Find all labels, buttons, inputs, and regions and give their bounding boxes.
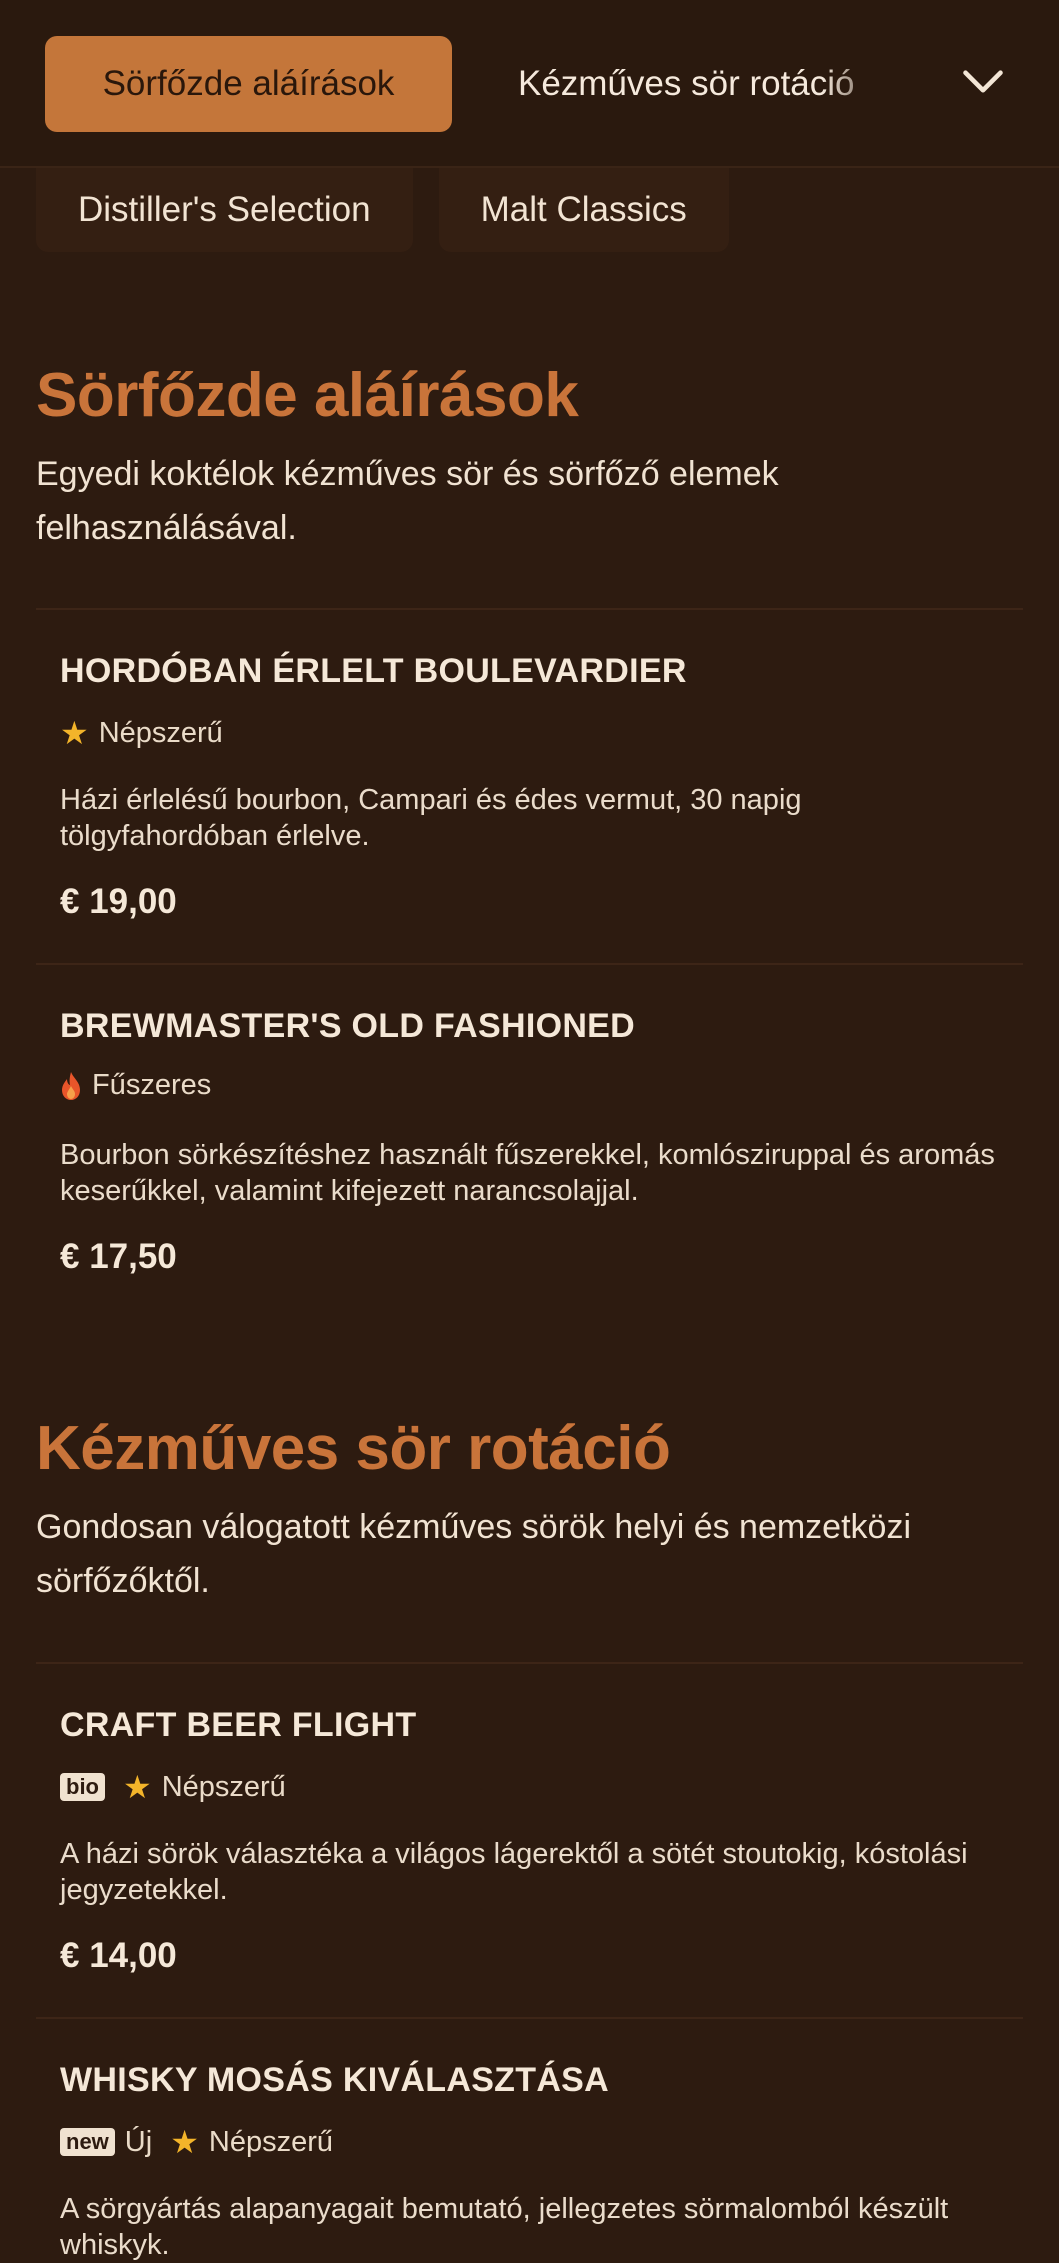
- tag-label: Népszerű: [98, 716, 223, 749]
- chevron-down-icon[interactable]: [960, 58, 1006, 104]
- item-name: HORDÓBAN ÉRLELT BOULEVARDIER: [60, 652, 687, 690]
- item-description: Házi érlelésű bourbon, Campari és édes v…: [60, 784, 802, 852]
- new-badge: new: [60, 2128, 115, 2156]
- tag-label: Fűszeres: [92, 1069, 212, 1101]
- item-tags: bio ★ Népszerű: [60, 1768, 286, 1806]
- category-nav-bar: Sörfőzde aláírások Kézműves sör rotáció: [0, 0, 1059, 168]
- item-tags: Fűszeres: [60, 1069, 211, 1102]
- tag-label: Népszerű: [208, 2125, 333, 2158]
- tab-malt-classics[interactable]: Malt Classics: [438, 168, 729, 252]
- section-title: Sörfőzde aláírások: [36, 361, 579, 430]
- tab-craft-beer-rotation[interactable]: Kézműves sör rotáció: [518, 36, 898, 132]
- section-craft-beer-rotation: Kézműves sör rotáció Gondosan válogatott…: [36, 1413, 1023, 1608]
- section-brewery-signatures: Sörfőzde aláírások Egyedi koktélok kézmű…: [36, 360, 1023, 555]
- item-description: A sörgyártás alapanyagait bemutató, jell…: [60, 2193, 949, 2261]
- item-price: € 14,00: [60, 1936, 177, 1975]
- tag-label: Népszerű: [161, 1770, 286, 1803]
- item-tags: ★ Népszerű: [60, 714, 223, 752]
- item-tags: new Új ★ Népszerű: [60, 2123, 333, 2161]
- section-description: Gondosan válogatott kézműves sörök helyi…: [36, 1508, 912, 1600]
- section-title: Kézműves sör rotáció: [36, 1414, 671, 1483]
- tab-brewery-signatures[interactable]: Sörfőzde aláírások: [45, 36, 452, 132]
- item-name: WHISKY MOSÁS KIVÁLASZTÁSA: [60, 2061, 610, 2099]
- menu-item[interactable]: HORDÓBAN ÉRLELT BOULEVARDIER ★ Népszerű …: [36, 608, 1023, 964]
- category-nav-overflow: Distiller's Selection Malt Classics: [36, 168, 729, 252]
- item-price: € 17,50: [60, 1237, 177, 1276]
- star-icon: ★: [170, 2124, 199, 2160]
- menu-item[interactable]: WHISKY MOSÁS KIVÁLASZTÁSA new Új ★ Népsz…: [36, 2017, 1023, 2261]
- section-description: Egyedi koktélok kézműves sör és sörfőző …: [36, 455, 779, 547]
- new-label: Új: [124, 2125, 153, 2158]
- star-icon: ★: [60, 715, 89, 751]
- tab-distillers-selection[interactable]: Distiller's Selection: [36, 168, 413, 252]
- bio-badge: bio: [60, 1773, 105, 1801]
- star-icon: ★: [123, 1769, 152, 1805]
- item-name: BREWMASTER'S OLD FASHIONED: [60, 1007, 636, 1045]
- item-price: € 19,00: [60, 882, 177, 921]
- menu-item[interactable]: BREWMASTER'S OLD FASHIONED Fűszeres Bour…: [36, 963, 1023, 1319]
- item-description: A házi sörök választéka a világos lágere…: [60, 1838, 968, 1906]
- item-name: CRAFT BEER FLIGHT: [60, 1706, 417, 1744]
- menu-item[interactable]: CRAFT BEER FLIGHT bio ★ Népszerű A házi …: [36, 1662, 1023, 2018]
- flame-icon: [62, 1071, 80, 1100]
- item-description: Bourbon sörkészítéshez használt fűszerek…: [60, 1139, 995, 1207]
